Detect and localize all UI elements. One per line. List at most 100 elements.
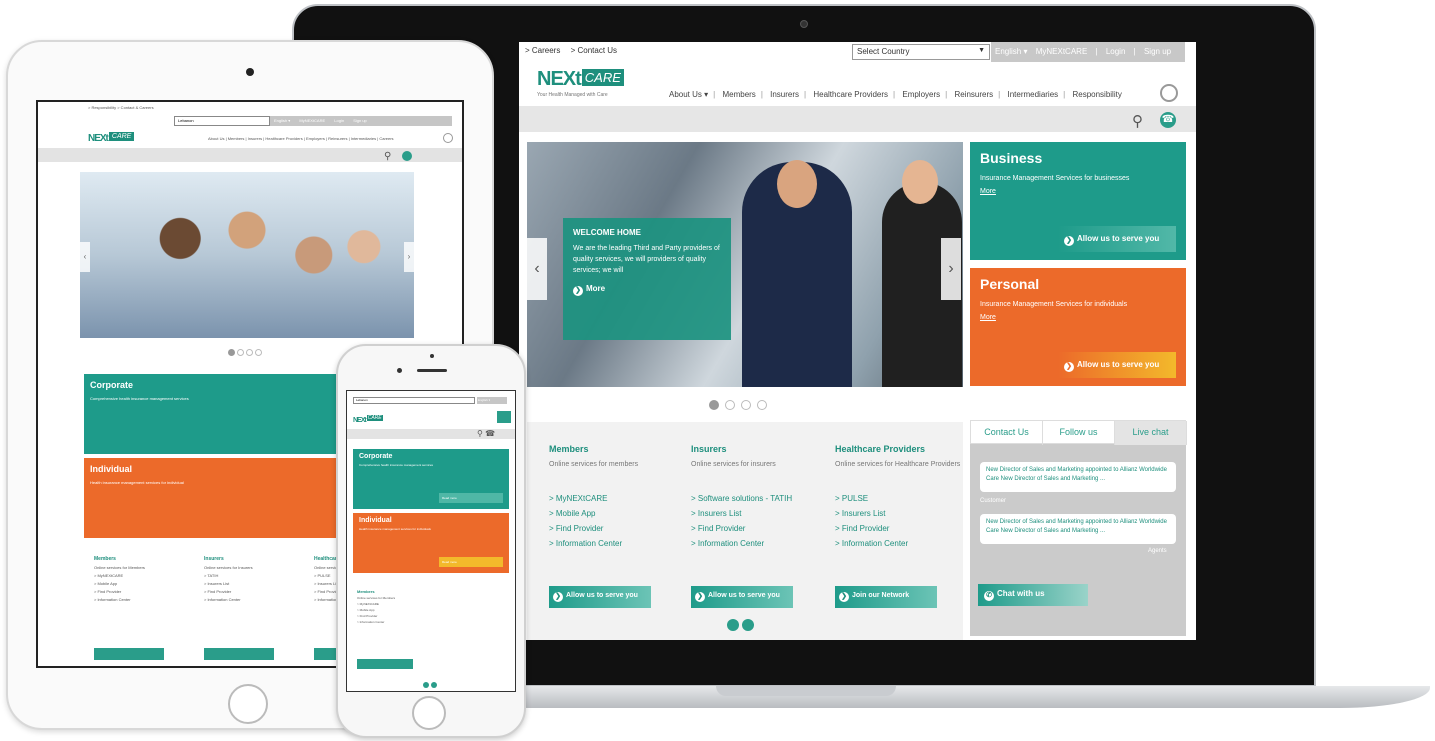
country-select[interactable]: Select Country ▼	[852, 44, 990, 60]
tablet-logo[interactable]: NEXt CARE	[88, 128, 135, 146]
column-link[interactable]: > Find Provider	[94, 589, 194, 594]
carousel-next-button[interactable]: ›	[941, 238, 961, 300]
carousel-dot[interactable]	[237, 349, 244, 356]
providers-cta-button[interactable]: ❯ Join our Network	[835, 586, 937, 608]
phone-home-button[interactable]	[412, 696, 446, 730]
news-item[interactable]: New Director of Sales and Marketing appo…	[980, 514, 1176, 544]
column-link[interactable]: > Insurers List	[691, 509, 821, 518]
phone-icon[interactable]	[402, 151, 412, 161]
tablet-cta-button[interactable]	[204, 648, 274, 660]
search-icon[interactable]: ⚲	[384, 151, 391, 162]
phone-country-select[interactable]: Lebanon	[353, 397, 475, 404]
phone-icon[interactable]: ☎	[1160, 112, 1176, 128]
carousel-prev-button[interactable]: ‹	[80, 242, 90, 272]
tablet-language[interactable]: English ▾	[274, 118, 290, 123]
corporate-card[interactable]: Corporate Comprehensive health insurance…	[84, 374, 344, 454]
nav-intermediaries[interactable]: Intermediaries	[1007, 90, 1058, 99]
nav-members[interactable]: Members	[722, 90, 755, 99]
individual-card[interactable]: Individual Health insurance management s…	[84, 458, 344, 538]
column-link[interactable]: > Mobile App	[549, 509, 679, 518]
mynextcare-link[interactable]: MyNEXtCARE	[1036, 47, 1088, 56]
business-cta-button[interactable]: ❯ Allow us to serve you	[1058, 226, 1176, 252]
tablet-mynextcare[interactable]: MyNEXtCARE	[299, 118, 325, 123]
careers-link[interactable]: > Careers	[525, 46, 560, 55]
phone-members-cta-button[interactable]	[357, 659, 413, 669]
personal-cta-button[interactable]: ❯ Allow us to serve you	[1058, 352, 1176, 378]
members-link[interactable]: > Information Center	[357, 620, 395, 624]
language-select[interactable]: English ▾	[995, 47, 1027, 56]
tablet-nav[interactable]: About Us | Members | Insurers | Healthca…	[208, 136, 394, 141]
tab-live-chat[interactable]: Live chat	[1115, 421, 1187, 445]
column-link[interactable]: > Information Center	[835, 539, 965, 548]
column-link[interactable]: > Find Provider	[549, 524, 679, 533]
carousel-prev-button[interactable]: ‹	[527, 238, 547, 300]
column-link[interactable]: > Information Center	[691, 539, 821, 548]
nav-employers[interactable]: Employers	[902, 90, 940, 99]
column-link[interactable]: > Insurers List	[204, 581, 304, 586]
column-link[interactable]: > MyNEXtCARE	[549, 494, 679, 503]
members-link[interactable]: > MyNEXtCARE	[357, 602, 395, 606]
tablet-login[interactable]: Login	[334, 118, 344, 123]
welcome-more-link[interactable]: ❯ More	[573, 284, 721, 296]
contact-link[interactable]: > Contact Us	[571, 46, 617, 55]
tablet-country-select[interactable]: Lebanon	[174, 116, 270, 126]
column-link[interactable]: > Find Provider	[204, 589, 304, 594]
members-link[interactable]: > Mobile App	[357, 608, 395, 612]
carousel-dot[interactable]	[255, 349, 262, 356]
pager-prev-button[interactable]	[727, 619, 739, 631]
signup-link[interactable]: Sign up	[1144, 47, 1171, 56]
column-link[interactable]: > Information Center	[549, 539, 679, 548]
members-link[interactable]: > Find Provider	[357, 614, 395, 618]
tablet-home-button[interactable]	[228, 684, 268, 724]
individual-read-more-button[interactable]: Read more	[439, 557, 503, 567]
phone-language-select[interactable]: English ▾	[477, 397, 507, 404]
nav-reinsurers[interactable]: Reinsurers	[954, 90, 993, 99]
carousel-next-button[interactable]: ›	[404, 242, 414, 272]
pager-prev-button[interactable]	[423, 682, 429, 688]
login-link[interactable]: Login	[1106, 47, 1126, 56]
tablet-top-links[interactable]: > Responsibility > Contact & Careers	[38, 102, 462, 114]
search-icon[interactable]: ⚲	[1132, 112, 1143, 130]
insurers-cta-button[interactable]: ❯ Allow us to serve you	[691, 586, 793, 608]
logo[interactable]: NEXt CARE Your Health Managed with Care	[537, 68, 624, 98]
personal-more-link[interactable]: More	[980, 314, 1176, 321]
nav-insurers[interactable]: Insurers	[770, 90, 799, 99]
tab-contact-us[interactable]: Contact Us	[971, 421, 1043, 445]
tablet-signup[interactable]: Sign up	[353, 118, 367, 123]
column-link[interactable]: > Find Provider	[691, 524, 821, 533]
column-link[interactable]: > Find Provider	[835, 524, 965, 533]
pager-next-button[interactable]	[742, 619, 754, 631]
column-link[interactable]: > MyNEXtCARE	[94, 573, 194, 578]
column-link[interactable]: > Insurers List	[835, 509, 965, 518]
phone-logo[interactable]: NEXt CARE	[353, 409, 383, 427]
column-link[interactable]: > Mobile App	[94, 581, 194, 586]
globe-icon[interactable]	[1160, 84, 1178, 102]
members-cta-button[interactable]: ❯ Allow us to serve you	[549, 586, 651, 608]
tab-follow-us[interactable]: Follow us	[1043, 421, 1115, 445]
pager-next-button[interactable]	[431, 682, 437, 688]
tablet-cta-button[interactable]	[94, 648, 164, 660]
carousel-dot[interactable]	[725, 400, 735, 410]
news-item[interactable]: New Director of Sales and Marketing appo…	[980, 462, 1176, 492]
business-more-link[interactable]: More	[980, 188, 1176, 195]
column-link[interactable]: > Software solutions - TATIH	[691, 494, 821, 503]
carousel-dot[interactable]	[741, 400, 751, 410]
column-title: Insurers	[691, 444, 727, 454]
carousel-dot[interactable]	[709, 400, 719, 410]
search-icon[interactable]: ⚲ ☎	[477, 429, 495, 438]
column-link[interactable]: > Information Center	[204, 597, 304, 602]
hamburger-menu-icon[interactable]	[497, 411, 511, 423]
chat-button[interactable]: ✆ Chat with us	[978, 584, 1088, 606]
corporate-read-more-button[interactable]: Read more	[439, 493, 503, 503]
business-cta-label: Allow us to serve you	[1077, 234, 1160, 243]
carousel-dot[interactable]	[228, 349, 235, 356]
nav-about[interactable]: About Us ▾	[669, 90, 708, 99]
carousel-dot[interactable]	[757, 400, 767, 410]
nav-providers[interactable]: Healthcare Providers	[813, 90, 888, 99]
nav-responsibility[interactable]: Responsibility	[1072, 90, 1121, 99]
column-link[interactable]: > Information Center	[94, 597, 194, 602]
carousel-dot[interactable]	[246, 349, 253, 356]
column-link[interactable]: > PULSE	[835, 494, 965, 503]
globe-icon[interactable]	[443, 133, 453, 143]
column-link[interactable]: > TATIH	[204, 573, 304, 578]
